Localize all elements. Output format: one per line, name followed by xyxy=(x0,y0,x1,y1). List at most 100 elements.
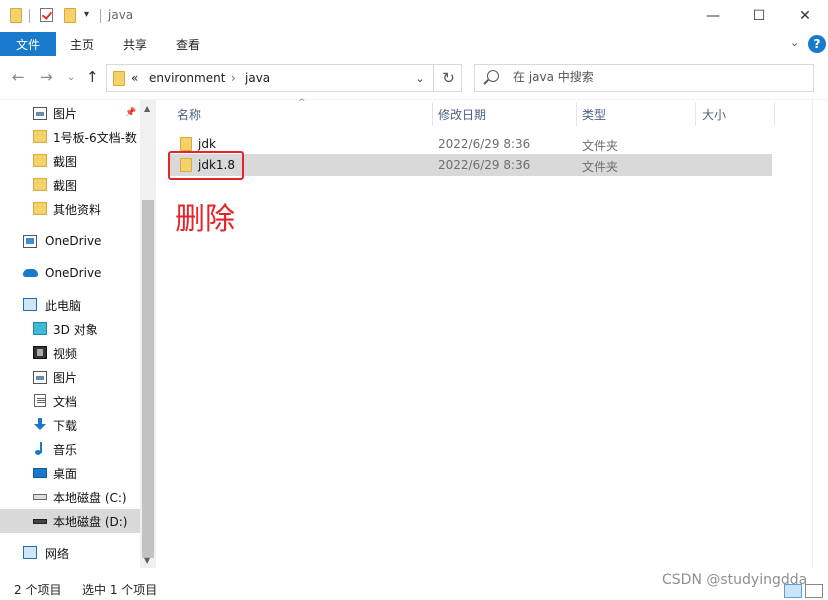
maximize-button[interactable]: ☐ xyxy=(736,0,782,32)
new-folder-icon[interactable] xyxy=(64,8,76,23)
sidebar-item-pictures[interactable]: 图片 xyxy=(0,365,140,389)
sidebar-item-drive-c[interactable]: 本地磁盘 (C:) xyxy=(0,485,140,509)
sort-ascending-icon: ^ xyxy=(298,98,306,108)
breadcrumb-java[interactable]: java xyxy=(245,71,270,85)
sidebar-item-folder-doc[interactable]: 1号板-6文档-数 xyxy=(0,125,140,149)
address-bar[interactable]: « environment › java ⌄ ↻ xyxy=(106,64,462,92)
item-count: 2 个项目 xyxy=(14,583,62,597)
sidebar-item-downloads[interactable]: 下载 xyxy=(0,413,140,437)
recent-locations-icon[interactable]: ⌄ xyxy=(67,72,75,83)
navigation-bar: ← → ⌄ ↑ « environment › java ⌄ ↻ xyxy=(0,56,828,100)
forward-icon[interactable]: → xyxy=(40,68,53,86)
scroll-up-icon[interactable]: ▲ xyxy=(144,104,150,113)
breadcrumb-separator[interactable]: › xyxy=(231,71,236,85)
sidebar-item-label: 文档 xyxy=(53,394,78,409)
column-header-name[interactable]: 名称 xyxy=(177,106,201,123)
sidebar-item-network[interactable]: 网络 xyxy=(0,541,140,565)
back-icon[interactable]: ← xyxy=(12,68,25,86)
file-modified: 2022/6/29 8:36 xyxy=(438,137,531,151)
sidebar-item-label: 图片 xyxy=(53,106,78,121)
properties-icon[interactable] xyxy=(40,8,53,22)
file-type: 文件夹 xyxy=(582,160,619,174)
minimize-button[interactable]: — xyxy=(690,0,736,32)
divider xyxy=(100,9,101,23)
details-view-icon[interactable] xyxy=(784,584,802,598)
picture-icon xyxy=(33,107,47,120)
selection-count: 选中 1 个项目 xyxy=(82,583,158,597)
large-icons-view-icon[interactable] xyxy=(805,584,823,598)
sidebar-item-music[interactable]: 音乐 xyxy=(0,437,140,461)
sidebar-item-other[interactable]: 其他资料 xyxy=(0,197,140,221)
column-divider[interactable] xyxy=(432,102,433,126)
folder-icon xyxy=(33,202,47,215)
sidebar-item-this-pc[interactable]: 此电脑 xyxy=(0,293,140,317)
sidebar-item-screenshots[interactable]: 截图 xyxy=(0,149,140,173)
drive-icon xyxy=(33,494,47,500)
ribbon-expand-icon[interactable]: ⌄ xyxy=(790,36,799,49)
column-divider[interactable] xyxy=(576,102,577,126)
sidebar-item-label: 音乐 xyxy=(53,442,78,457)
video-icon xyxy=(33,346,47,359)
quick-access-dropdown-icon[interactable]: ▾ xyxy=(84,9,89,20)
sidebar-scrollbar[interactable]: ▲ ▼ xyxy=(140,100,156,568)
pc-icon xyxy=(23,298,37,311)
file-name: jdk xyxy=(198,137,216,151)
tab-home[interactable]: 主页 xyxy=(70,36,94,53)
file-row-jdk18[interactable]: jdk1.8 2022/6/29 8:36 文件夹 xyxy=(168,154,772,176)
tab-view[interactable]: 查看 xyxy=(176,36,200,53)
file-row-jdk[interactable]: jdk 2022/6/29 8:36 文件夹 xyxy=(168,133,772,155)
refresh-icon[interactable]: ↻ xyxy=(433,65,463,91)
folder-icon xyxy=(180,137,192,151)
sidebar-item-label: 本地磁盘 (C:) xyxy=(53,490,127,505)
sidebar-item-label: 图片 xyxy=(53,370,78,385)
sidebar-item-label: 其他资料 xyxy=(53,202,102,217)
column-header-type[interactable]: 类型 xyxy=(582,106,606,123)
document-icon xyxy=(34,394,46,407)
sidebar-item-documents[interactable]: 文档 xyxy=(0,389,140,413)
column-header-modified[interactable]: 修改日期 xyxy=(438,106,486,123)
column-divider[interactable] xyxy=(695,102,696,126)
search-input[interactable] xyxy=(513,70,803,84)
sidebar-item-onedrive-1[interactable]: OneDrive xyxy=(0,229,140,253)
sidebar-item-onedrive-2[interactable]: OneDrive xyxy=(0,261,140,285)
help-icon[interactable]: ? xyxy=(808,35,826,53)
sidebar-item-desktop[interactable]: 桌面 xyxy=(0,461,140,485)
pin-icon[interactable]: 📌 xyxy=(125,108,136,118)
folder-icon xyxy=(33,154,47,167)
sidebar-item-label: 3D 对象 xyxy=(53,322,98,337)
drive-icon xyxy=(33,519,47,524)
tab-share[interactable]: 共享 xyxy=(123,36,147,53)
column-divider[interactable] xyxy=(774,102,775,126)
onedrive-icon xyxy=(23,235,37,248)
sidebar-item-label: 网络 xyxy=(45,546,70,561)
breadcrumb-prefix[interactable]: « xyxy=(131,71,138,85)
ribbon-tabs: 文件 主页 共享 查看 ⌄ ? xyxy=(0,32,828,56)
folder-icon xyxy=(113,71,125,86)
tab-file[interactable]: 文件 xyxy=(0,32,56,56)
navigation-pane: 图片 📌 1号板-6文档-数 截图 截图 其他资料 OneDrive OneDr… xyxy=(0,100,140,568)
sidebar-item-videos[interactable]: 视频 xyxy=(0,341,140,365)
sidebar-item-pictures-pinned[interactable]: 图片 📌 xyxy=(0,101,140,125)
scrollbar-thumb[interactable] xyxy=(142,200,154,558)
sidebar-item-drive-d[interactable]: 本地磁盘 (D:) xyxy=(0,509,140,533)
search-icon xyxy=(487,70,499,82)
folder-icon xyxy=(10,8,22,23)
annotation-text: 删除 xyxy=(175,202,235,237)
sidebar-item-label: OneDrive xyxy=(45,266,102,280)
sidebar-item-screenshots-2[interactable]: 截图 xyxy=(0,173,140,197)
search-box[interactable] xyxy=(474,64,814,92)
sidebar-item-label: OneDrive xyxy=(45,234,102,248)
desktop-icon xyxy=(33,468,47,478)
scroll-down-icon[interactable]: ▼ xyxy=(144,556,150,565)
network-icon xyxy=(23,546,37,559)
breadcrumb-environment[interactable]: environment xyxy=(149,71,225,85)
sidebar-item-label: 截图 xyxy=(53,154,78,169)
address-dropdown-icon[interactable]: ⌄ xyxy=(409,65,431,91)
picture-icon xyxy=(33,371,47,384)
file-list-scrollbar[interactable] xyxy=(812,100,828,568)
close-button[interactable]: ✕ xyxy=(782,0,828,32)
column-header-size[interactable]: 大小 xyxy=(702,106,726,123)
sidebar-item-3d-objects[interactable]: 3D 对象 xyxy=(0,317,140,341)
up-icon[interactable]: ↑ xyxy=(86,68,99,86)
cloud-icon xyxy=(23,269,38,277)
